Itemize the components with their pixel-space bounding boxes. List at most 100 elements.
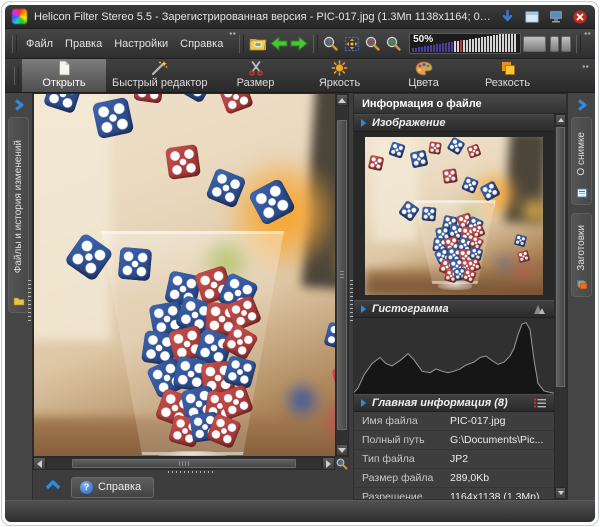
- menu-item[interactable]: Файл: [20, 35, 59, 53]
- blue-die: [118, 246, 152, 280]
- overflow-dots-icon[interactable]: [582, 65, 589, 68]
- histogram-mode-icon[interactable]: [532, 303, 547, 315]
- zoom-out-icon[interactable]: [363, 33, 382, 55]
- expand-left-panel-icon[interactable]: [10, 98, 28, 111]
- sun-icon: [331, 60, 348, 76]
- image-viewport[interactable]: [33, 93, 336, 457]
- zoom-100-icon[interactable]: 1:1: [322, 33, 341, 55]
- content-area: Файлы и история изменений: [5, 93, 595, 500]
- tab-sharpen[interactable]: Резкость: [466, 59, 550, 92]
- right-sidebar: О снимке Заготовки: [567, 93, 595, 500]
- file-info-row[interactable]: Размер файла289,0Kb: [354, 469, 554, 488]
- wand-icon: [151, 60, 168, 76]
- help-tab[interactable]: ? Справка: [71, 477, 154, 498]
- minimize-icon[interactable]: [499, 9, 516, 24]
- open-folder-button[interactable]: [248, 33, 267, 55]
- panel-scroll-thumb[interactable]: [556, 127, 565, 387]
- single-view-button[interactable]: [523, 36, 546, 52]
- window-frame: Helicon Filter Stereo 5.5 - Зарегистриро…: [1, 1, 599, 526]
- horizontal-scroll-track[interactable]: [46, 457, 322, 470]
- sidebar-tab-files-history[interactable]: Файлы и история изменений: [8, 117, 29, 313]
- file-info-row[interactable]: Полный путьG:\Documents\Pic...: [354, 431, 554, 450]
- vertical-splitter[interactable]: [349, 93, 353, 500]
- menu-item[interactable]: Справка: [174, 35, 229, 53]
- sidebar-tab-label: Заготовки: [576, 225, 587, 285]
- overflow-dots-icon[interactable]: [229, 32, 236, 35]
- dual-view-button-left[interactable]: [550, 36, 560, 52]
- tab-document[interactable]: Открыть: [22, 59, 106, 92]
- sidebar-tab-label: О снимке: [576, 132, 587, 190]
- scroll-right-icon[interactable]: [322, 457, 335, 470]
- vertical-scrollbar[interactable]: [336, 93, 349, 457]
- next-image-button[interactable]: [290, 33, 309, 55]
- red-die: [442, 168, 458, 184]
- toolbar-grip[interactable]: [12, 35, 17, 53]
- svg-text:1:1: 1:1: [326, 39, 333, 44]
- histogram-chart: [354, 318, 554, 394]
- section-main-info[interactable]: Главная информация (8): [354, 394, 554, 412]
- maximize-icon[interactable]: [523, 9, 540, 24]
- sidebar-tab-about-photo[interactable]: О снимке: [571, 117, 592, 205]
- collapse-help-icon[interactable]: [45, 478, 61, 496]
- panel-scrollbar[interactable]: [554, 114, 566, 499]
- field-list-icon[interactable]: [533, 397, 547, 409]
- toolbar-grip[interactable]: [313, 35, 318, 53]
- horizontal-scrollbar[interactable]: [33, 457, 349, 470]
- overflow-dots-icon[interactable]: [584, 32, 591, 35]
- file-info-row[interactable]: Разрешение1164x1138 (1.3Mp): [354, 488, 554, 499]
- scroll-up-icon[interactable]: [336, 94, 348, 106]
- zoom-in-icon[interactable]: [384, 33, 403, 55]
- scroll-up-icon[interactable]: [555, 114, 566, 126]
- red-die: [367, 155, 384, 172]
- folder-icon: [13, 296, 25, 309]
- expand-right-panel-icon[interactable]: [573, 98, 591, 111]
- title-bar[interactable]: Helicon Filter Stereo 5.5 - Зарегистриро…: [5, 5, 595, 29]
- file-info-label: Имя файла: [362, 415, 450, 427]
- display-settings-icon[interactable]: [547, 9, 564, 24]
- image-thumbnail[interactable]: [365, 137, 543, 295]
- horizontal-scroll-thumb[interactable]: [72, 459, 297, 468]
- sidebar-tab-presets[interactable]: Заготовки: [571, 213, 592, 297]
- zoom-slider[interactable]: 50%: [409, 33, 521, 54]
- tab-scissors[interactable]: Размер: [214, 59, 298, 92]
- scroll-down-icon[interactable]: [336, 444, 348, 456]
- tab-wand[interactable]: Быстрый редактор: [106, 59, 214, 92]
- vertical-scroll-track[interactable]: [336, 106, 348, 444]
- section-histogram[interactable]: Гистограмма: [354, 300, 554, 318]
- tab-palette[interactable]: Цвета: [382, 59, 466, 92]
- vertical-scroll-thumb[interactable]: [337, 120, 347, 431]
- tab-label: Открыть: [42, 77, 85, 89]
- loupe-icon[interactable]: [335, 457, 349, 470]
- tab-sun[interactable]: Яркость: [298, 59, 382, 92]
- main-tab-bar: Открыть Быстрый редактор Размер ЯркостьЦвет…: [5, 59, 595, 93]
- toolbar-grip[interactable]: [239, 35, 244, 53]
- toolbar-grip[interactable]: [576, 35, 581, 53]
- tabbar-grip[interactable]: [14, 67, 19, 85]
- menu-item[interactable]: Настройки: [108, 35, 174, 53]
- file-info-row[interactable]: Тип файлаJP2: [354, 450, 554, 469]
- file-info-value: JP2: [450, 453, 554, 465]
- file-info-label: Разрешение: [362, 491, 450, 499]
- blue-die: [421, 206, 436, 221]
- scroll-left-icon[interactable]: [33, 457, 46, 470]
- menu-item[interactable]: Правка: [59, 35, 108, 53]
- tab-label: Быстрый редактор: [112, 77, 208, 89]
- close-icon[interactable]: [571, 9, 588, 24]
- panel-scroll-track[interactable]: [555, 126, 566, 487]
- sidebar-tab-label: Файлы и история изменений: [13, 140, 24, 289]
- fit-to-window-icon[interactable]: [343, 33, 362, 55]
- left-sidebar: Файлы и история изменений: [5, 93, 33, 500]
- file-info-label: Размер файла: [362, 472, 450, 484]
- scroll-down-icon[interactable]: [555, 487, 566, 499]
- file-info-row[interactable]: Имя файлаPIC-017.jpg: [354, 412, 554, 431]
- section-image[interactable]: Изображение: [354, 114, 554, 132]
- section-main-info-label: Главная информация (8): [372, 397, 508, 409]
- prev-image-button[interactable]: [269, 33, 288, 55]
- dual-view-button-right[interactable]: [561, 36, 571, 52]
- panel-title: Информация о файле: [354, 94, 566, 114]
- tab-label: Размер: [237, 77, 275, 89]
- document-icon: [57, 60, 71, 76]
- panel-splitter-handle[interactable]: [28, 280, 31, 322]
- help-bar: ? Справка: [33, 474, 349, 500]
- file-info-label: Полный путь: [362, 434, 450, 446]
